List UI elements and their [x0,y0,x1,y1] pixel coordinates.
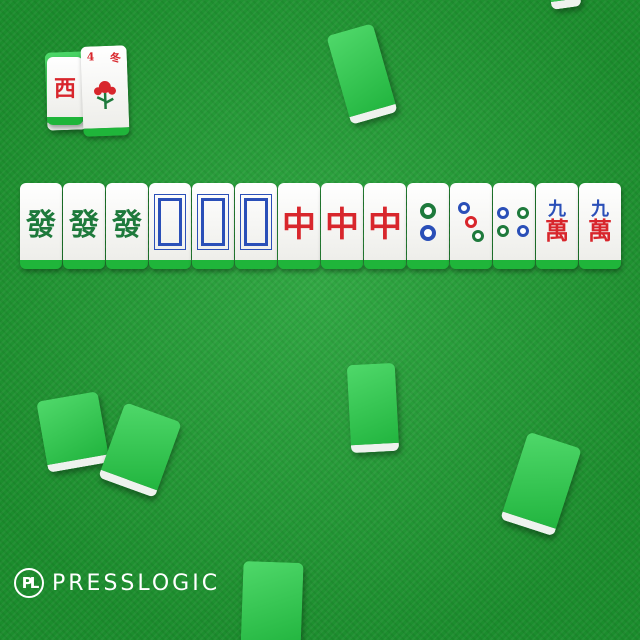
face-down-tile [548,0,582,10]
flower-icon [89,74,120,115]
circle-icon [465,215,477,228]
circle-icon [420,224,436,241]
green-dragon-glyph: 發 [69,207,99,243]
flower-tile: 4 冬 [80,45,130,137]
circles-icon [497,206,531,237]
west-wind-tile: 西 [47,57,83,125]
circle-icon [517,206,529,219]
white-dragon-tile [192,183,234,269]
red-dragon-glyph: 中 [368,205,402,245]
white-dragon-tile [235,183,277,269]
wan-glyph: 九 萬 [588,200,612,245]
white-dragon-frame-icon [240,193,272,250]
face-down-tile [500,431,582,537]
wan-glyph: 九 萬 [545,200,569,245]
red-dragon-tile: 中 [364,183,406,269]
circles-icon [420,202,436,241]
white-dragon-frame-icon [197,193,229,250]
mahjong-table-scene: 西 4 冬 發 發 發 中 中 中 九 萬 九 萬 PL PRESSLOGIC [0,0,640,640]
white-dragon-tile [149,183,191,269]
circle-icon [420,202,436,219]
logo-text: PRESSLOGIC [52,570,221,596]
circle-icon [458,201,470,214]
green-dragon-tile: 發 [106,183,148,269]
red-dragon-glyph: 中 [282,205,316,245]
circle-icon [472,229,484,242]
circle-icon [497,224,509,237]
wan-suffix: 萬 [545,215,569,245]
west-wind-glyph: 西 [53,76,76,102]
flower-label: 冬 [109,51,122,65]
wan-suffix: 萬 [588,215,612,245]
green-dragon-tile: 發 [20,183,62,269]
logo-mark-icon: PL [14,568,44,598]
circles-icon [458,201,484,242]
green-dragon-tile: 發 [63,183,105,269]
green-dragon-glyph: 發 [26,207,56,243]
red-dragon-glyph: 中 [325,205,359,245]
face-down-tile [36,391,110,473]
three-circles-tile [450,183,492,269]
four-circles-tile [493,183,535,269]
nine-wan-tile: 九 萬 [579,183,621,269]
circle-icon [497,206,509,219]
nine-wan-tile: 九 萬 [536,183,578,269]
face-down-tile [240,560,304,640]
white-dragon-frame-icon [154,193,186,250]
green-dragon-glyph: 發 [112,207,142,243]
circle-icon [517,224,529,237]
two-circles-tile [407,183,449,269]
red-dragon-tile: 中 [321,183,363,269]
presslogic-logo: PL PRESSLOGIC [14,568,220,598]
face-down-tile [346,362,400,454]
red-dragon-tile: 中 [278,183,320,269]
face-down-tile [98,402,182,498]
face-down-tile [326,23,398,125]
flower-number: 4 [86,50,95,64]
